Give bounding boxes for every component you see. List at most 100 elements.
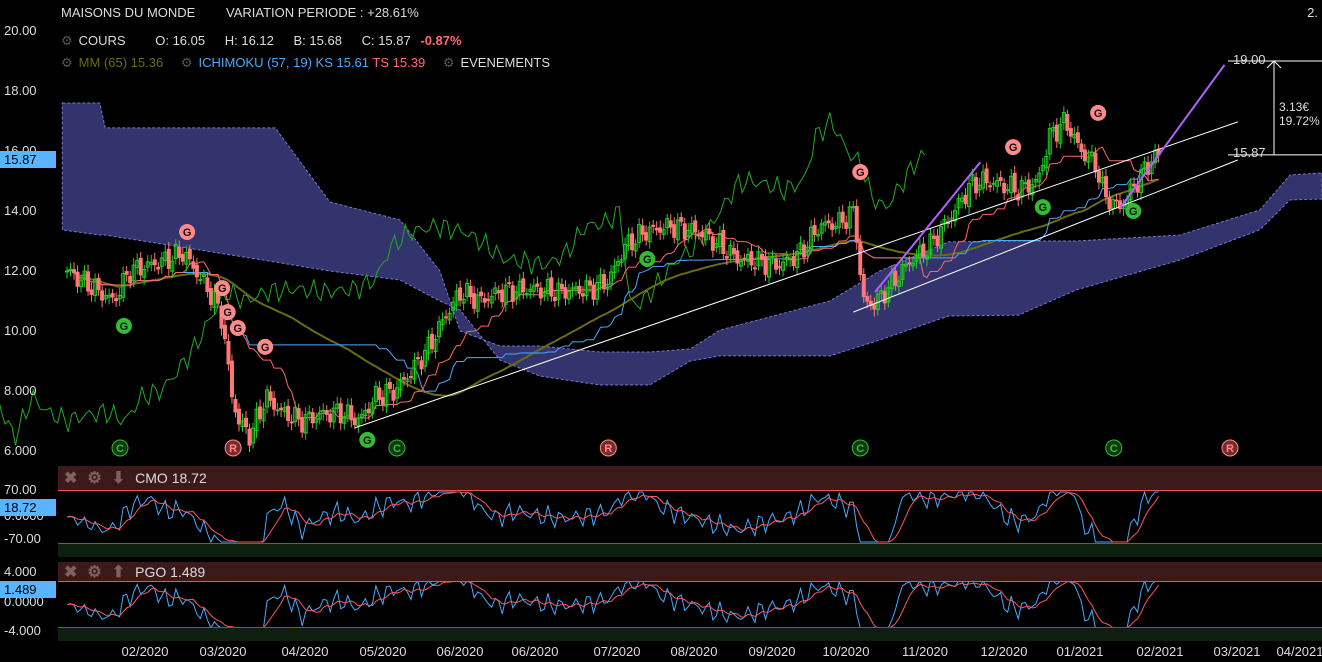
gear-icon[interactable]: ⚙ bbox=[61, 55, 73, 70]
candle-body bbox=[296, 408, 301, 420]
candle-body bbox=[658, 227, 663, 233]
candle-body bbox=[198, 278, 203, 281]
candle-body bbox=[510, 285, 515, 302]
candle-body bbox=[752, 267, 757, 270]
candle-body bbox=[391, 389, 396, 401]
event-marker-label: G bbox=[234, 323, 243, 335]
event-marker-label: G bbox=[1094, 108, 1103, 120]
x-tick-label: 06/2020 bbox=[436, 644, 484, 659]
candle-body bbox=[721, 229, 726, 255]
close-icon[interactable]: ✖ bbox=[64, 468, 77, 488]
candle-body bbox=[1096, 170, 1101, 183]
candle-body bbox=[222, 324, 227, 340]
candle-body bbox=[408, 376, 413, 379]
close-icon[interactable]: ✖ bbox=[64, 562, 77, 582]
candle-body bbox=[844, 222, 849, 229]
candle-body bbox=[486, 298, 491, 301]
x-tick-label: 06/2020 bbox=[511, 644, 559, 659]
candle-body bbox=[563, 287, 568, 299]
event-marker-label: C bbox=[1110, 443, 1118, 455]
corner-text: 2. bbox=[1307, 5, 1318, 20]
candle-body bbox=[991, 182, 996, 185]
candle-body bbox=[180, 253, 185, 262]
candle-body bbox=[630, 233, 635, 251]
event-marker-label: R bbox=[604, 443, 612, 455]
x-tick-label: 02/2021 bbox=[1136, 644, 1184, 659]
open-value: O: 16.05 bbox=[155, 33, 206, 48]
candle-body bbox=[419, 360, 424, 370]
candle-body bbox=[289, 421, 294, 424]
candle-body bbox=[387, 381, 392, 389]
candle-body bbox=[247, 428, 252, 446]
gear-icon[interactable]: ⚙ bbox=[87, 468, 101, 488]
high-value: H: 16.12 bbox=[224, 33, 274, 48]
x-tick-label: 01/2021 bbox=[1056, 644, 1104, 659]
candle-body bbox=[672, 224, 677, 238]
pgo-value-tag: 1.489 bbox=[0, 581, 56, 598]
candle-body bbox=[416, 357, 420, 360]
cours-legend[interactable]: ⚙ COURS O: 16.05 H: 16.12 B: 15.68 C: 15.… bbox=[61, 33, 462, 49]
candle-body bbox=[679, 217, 684, 222]
candle-body bbox=[236, 408, 241, 425]
y-tick-label: 18.00 bbox=[4, 83, 37, 98]
candle-body bbox=[791, 256, 796, 266]
ts-label: TS 15.39 bbox=[372, 55, 426, 70]
candle-body bbox=[861, 274, 866, 298]
cmo-value-tag: 18.72 bbox=[0, 499, 56, 516]
candle-body bbox=[500, 289, 505, 303]
candle-body bbox=[338, 403, 343, 424]
candle-body bbox=[521, 278, 526, 293]
event-marker-label: G bbox=[856, 167, 865, 179]
candle-body bbox=[802, 244, 807, 258]
candle-body bbox=[1068, 127, 1073, 137]
gear-icon[interactable]: ⚙ bbox=[181, 55, 193, 70]
gear-icon[interactable]: ⚙ bbox=[87, 562, 101, 582]
candle-body bbox=[233, 398, 238, 413]
indicator-legend[interactable]: ⚙ MM (65) 15.36 ⚙ ICHIMOKU (57, 19) KS 15.… bbox=[61, 55, 550, 71]
x-tick-label: 03/2020 bbox=[199, 644, 247, 659]
candle-body bbox=[731, 247, 736, 255]
ichimoku-label: ICHIMOKU (57, 19) bbox=[198, 55, 312, 70]
candle-body bbox=[559, 283, 564, 290]
event-marker-label: G bbox=[643, 254, 652, 266]
candle-body bbox=[1103, 176, 1108, 198]
candle-body bbox=[858, 241, 863, 276]
x-tick-label: 07/2020 bbox=[593, 644, 641, 659]
candle-body bbox=[931, 235, 936, 239]
target-pct: 19.72% bbox=[1279, 114, 1320, 128]
arrow-up-icon[interactable]: ⬆ bbox=[112, 562, 125, 582]
candle-body bbox=[1075, 132, 1080, 143]
candle-body bbox=[272, 397, 277, 410]
candle-body bbox=[1132, 183, 1137, 187]
candle-body bbox=[580, 293, 585, 297]
candle-body bbox=[988, 185, 993, 188]
cmo-panel-header: ✖ ⚙ ⬇ CMO 18.72 bbox=[58, 466, 1322, 491]
cmo-axis-label: -70.00 bbox=[4, 531, 41, 546]
candle-body bbox=[552, 296, 557, 302]
pgo-axis-label: 4.000 bbox=[4, 564, 37, 579]
y-tick-label: 8.000 bbox=[4, 383, 37, 398]
candle-body bbox=[872, 304, 877, 310]
x-tick-label: 12/2020 bbox=[980, 644, 1028, 659]
x-tick-label: 08/2020 bbox=[670, 644, 718, 659]
candle-body bbox=[587, 280, 592, 286]
candle-body bbox=[577, 285, 582, 294]
x-tick-label: 02/2020 bbox=[121, 644, 169, 659]
candle-body bbox=[893, 270, 898, 286]
candle-body bbox=[128, 275, 133, 284]
candle-body bbox=[984, 168, 989, 184]
arrow-down-icon[interactable]: ⬇ bbox=[112, 468, 125, 488]
x-tick-label: 04/2020 bbox=[281, 644, 329, 659]
target-diff: 3.13€ bbox=[1279, 100, 1310, 114]
gear-icon[interactable]: ⚙ bbox=[443, 55, 455, 70]
candle-body bbox=[268, 391, 273, 401]
candle-body bbox=[1093, 152, 1098, 173]
candle-body bbox=[380, 397, 385, 405]
mm-label: MM (65) 15.36 bbox=[78, 55, 164, 70]
gear-icon[interactable]: ⚙ bbox=[61, 33, 73, 48]
candle-body bbox=[124, 271, 129, 275]
x-tick-label: 05/2020 bbox=[359, 644, 407, 659]
candle-body bbox=[921, 243, 926, 258]
candle-body bbox=[89, 289, 94, 295]
x-tick-label: 04/2021 bbox=[1276, 644, 1322, 659]
